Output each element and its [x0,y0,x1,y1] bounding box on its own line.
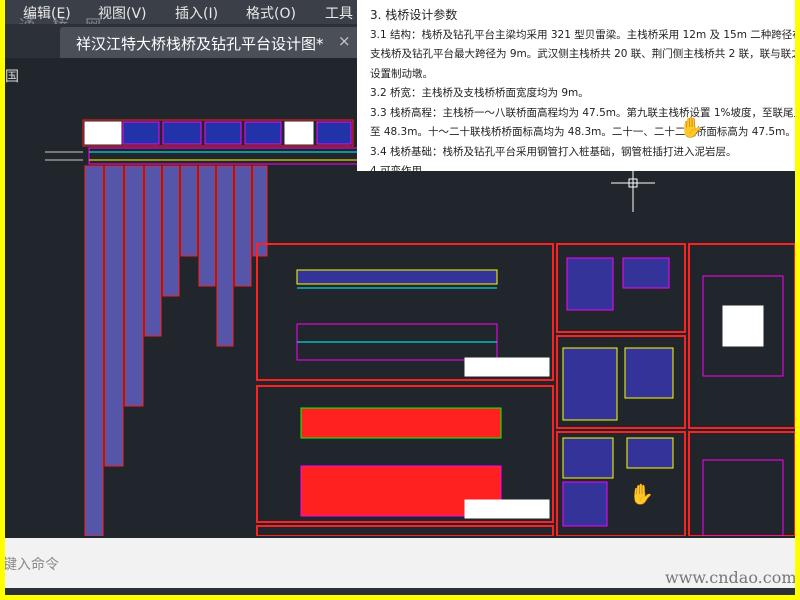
sheet-thumb [204,121,242,145]
sheet-column [84,165,104,537]
sheet-platform [688,431,795,537]
sheet-thumb [162,121,202,145]
info-line: 3.1 结构：栈桥及钻孔平台主梁均采用 321 型贝雷梁。主栈桥采用 12m 及… [370,28,795,41]
sheet-column [198,165,216,287]
girder-layout [300,407,502,439]
menu-insert[interactable]: 插入(I) [175,3,218,23]
pile-cap [722,305,764,347]
detail-elevation [562,347,618,421]
title-block [464,357,550,377]
sheet-thumb [244,121,282,145]
sheet-column [234,165,252,287]
info-line: 至 48.3m。十～二十联栈桥桥面标高均为 48.3m。二十一、二十二联桥面标高… [370,126,795,138]
cad-window: 编辑(E) 视图(V) 插入(I) 格式(O) 工具 通 桥 网 祥汉江特大桥栈… [5,0,795,595]
pan-hand-icon: ✋ [629,482,654,506]
command-prompt: 键入命令 [5,557,59,573]
document-tab-title: 祥汉江特大桥栈桥及钻孔平台设计图* [76,35,324,53]
detail-elevation [562,437,614,479]
info-panel: 3. 栈桥设计参数 3.1 结构：栈桥及钻孔平台主梁均采用 321 型贝雷梁。主… [357,0,795,171]
detail-elevation [566,257,614,311]
sheet-thumb [122,121,160,145]
command-line[interactable]: 键入命令 www.cndao.com [5,538,795,588]
sheet-thumb [316,121,352,145]
cover-sheet [84,121,122,145]
title-block [464,499,550,519]
detail-elevation [624,347,674,399]
sheet-thumb [284,121,314,145]
hand-cursor-icon: ✋ [679,115,704,139]
document-tab[interactable]: 祥汉江特大桥栈桥及钻孔平台设计图* × [60,27,360,58]
watermark-bottom: www.cndao.com [665,568,795,587]
sheet-column [252,165,268,257]
menu-tools[interactable]: 工具 [325,3,353,23]
sheet-column [144,165,162,337]
sheet-column [180,165,198,257]
detail-elevation [626,437,674,469]
sheet-column [124,165,144,407]
detail-elevation [622,257,670,289]
info-heading: 3. 栈桥设计参数 [370,8,458,22]
detail-elevation [562,481,608,527]
sheet-partial [256,525,554,537]
info-line: 设置制动墩。 [370,67,433,80]
info-line: 3.3 栈桥高程：主栈桥一～八联桥面高程均为 47.5m。第九联主栈桥设置 1%… [370,106,795,119]
info-line: 4 可变作用 [370,165,423,171]
status-bar [5,588,795,595]
platform-plan [702,459,784,537]
info-line: 3.2 桥宽：主栈桥及支栈桥桥面宽度均为 9m。 [370,87,589,99]
sheet-column [216,165,234,347]
info-line: 支栈桥及钻孔平台最大跨径为 9m。武汉侧主栈桥共 20 联、荆门侧主栈桥共 2 … [370,48,795,60]
sheet-column [104,165,124,467]
sheet-column [162,165,180,297]
girder-elevation [296,269,498,285]
info-line: 3.4 栈桥基础：栈桥及钻孔平台采用钢管打入桩基础，钢管桩插打进入泥岩层。 [370,145,737,158]
menu-format[interactable]: 格式(O) [246,3,296,23]
left-stub-text: 国 [5,69,19,85]
close-icon[interactable]: × [338,32,351,50]
